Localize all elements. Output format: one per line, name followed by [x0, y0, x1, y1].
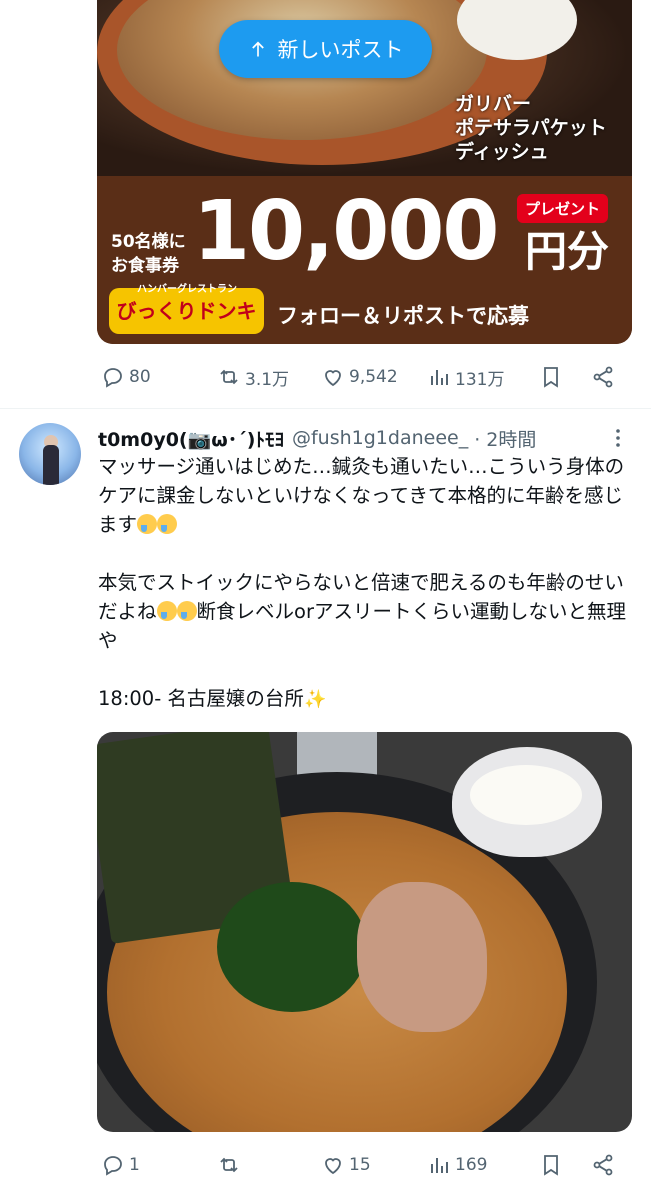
like-count: 15 — [349, 1155, 371, 1175]
repost-icon — [220, 1157, 238, 1173]
heart-icon — [325, 1158, 341, 1175]
reply-button[interactable]: 1 — [101, 1145, 140, 1185]
new-posts-button[interactable]: 新しいポスト — [219, 20, 432, 78]
reply-button[interactable]: 80 — [101, 357, 151, 397]
like-button[interactable]: 15 — [321, 1145, 371, 1185]
crying-smile-emoji-icon — [157, 514, 178, 534]
bookmark-button[interactable] — [539, 1145, 563, 1185]
arrow-up-icon — [251, 41, 264, 57]
ad-cta: フォロー＆リポストで応募 — [277, 304, 529, 328]
post-action-bar: 1 15 169 — [97, 1145, 627, 1185]
ad-caption: ガリバー ポテサラパケット ディッシュ — [455, 93, 607, 163]
bookmark-icon — [544, 367, 558, 388]
reply-count: 80 — [129, 367, 151, 387]
reply-count: 1 — [129, 1155, 140, 1175]
reply-icon — [104, 1156, 122, 1176]
heart-icon — [325, 370, 341, 387]
view-count: 169 — [455, 1155, 488, 1175]
user-handle[interactable]: @fush1g1daneee_ — [292, 427, 468, 449]
ad-unit: 円分 — [525, 227, 610, 276]
avatar[interactable] — [19, 423, 81, 485]
share-icon — [593, 1154, 613, 1176]
post-text-line4: 18:00- 名古屋嬢の台所 — [98, 687, 304, 710]
more-options-icon[interactable] — [610, 428, 626, 448]
repost-icon — [220, 369, 238, 385]
views-icon — [431, 1158, 448, 1173]
ad-amount: 10,000 — [193, 184, 499, 279]
share-button[interactable] — [591, 357, 615, 397]
new-posts-label: 新しいポスト — [277, 38, 404, 62]
post-header: t0m0y0(📷ω･´)ﾄﾓﾖ @fush1g1daneee_ · 2時間 — [98, 425, 618, 451]
ad-post-action-bar: 80 3.1万 9,542 131万 — [97, 357, 627, 397]
crying-smile-emoji-icon — [176, 601, 197, 621]
reply-icon — [104, 368, 122, 388]
views-button[interactable]: 169 — [427, 1145, 487, 1185]
repost-button[interactable]: 3.1万 — [217, 357, 289, 397]
sparkles-emoji-icon: ✨ — [303, 689, 327, 710]
repost-count: 3.1万 — [245, 369, 290, 390]
views-icon — [431, 370, 448, 385]
display-name[interactable]: t0m0y0(📷ω･´)ﾄﾓﾖ — [98, 425, 284, 452]
crying-smile-emoji-icon — [137, 514, 158, 534]
views-button[interactable]: 131万 — [427, 357, 504, 397]
bookmark-button[interactable] — [539, 357, 563, 397]
crying-smile-emoji-icon — [156, 601, 177, 621]
ad-small-text: 50名様に お食事券 — [111, 232, 186, 276]
repost-button[interactable] — [217, 1145, 245, 1185]
brand-logo-sub: ハンバーグレストラン — [137, 284, 237, 295]
share-icon — [593, 366, 613, 388]
bookmark-icon — [544, 1155, 558, 1176]
like-count: 9,542 — [349, 367, 398, 387]
post-photo[interactable] — [97, 732, 632, 1132]
like-button[interactable]: 9,542 — [321, 357, 398, 397]
share-button[interactable] — [591, 1145, 615, 1185]
view-count: 131万 — [455, 369, 505, 390]
post-time[interactable]: · 2時間 — [474, 425, 536, 452]
ad-banner: 50名様に お食事券 10,000 プレゼント 円分 びっくりドンキー ハンバー… — [97, 176, 632, 344]
post-divider — [0, 408, 651, 409]
post-text: マッサージ通いはじめた…鍼灸も通いたい…こういう身体のケアに課金しないといけなく… — [98, 452, 638, 714]
